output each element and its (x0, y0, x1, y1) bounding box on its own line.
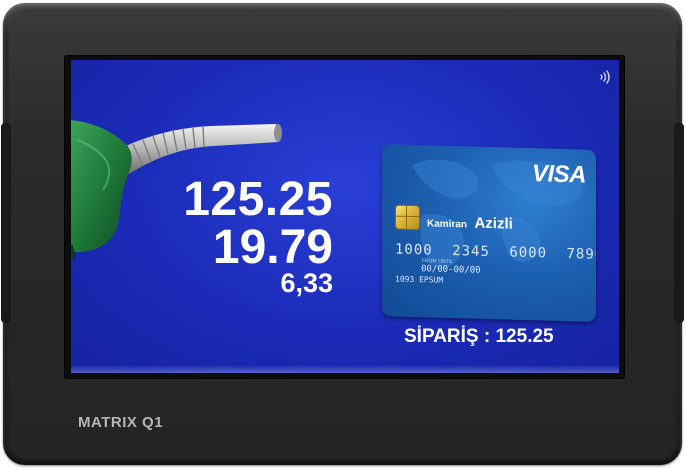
card-chip-icon (395, 204, 420, 231)
device-brand-label: MATRIX Q1 (78, 414, 164, 431)
holder-last-name: Azizli (474, 214, 513, 233)
card-number-group: 7890 (566, 246, 596, 264)
amount-value: 125.25 (183, 173, 333, 226)
card-code-line: 1093 EPSUM (395, 274, 444, 285)
contactless-icon (600, 70, 610, 84)
device-edge-left (1, 123, 11, 323)
holder-first-name: Kamiran (427, 218, 468, 231)
card-number-group: 1000 (395, 241, 433, 259)
display-screen: 125.25 19.79 6,33 VISA Kamiran Azizli 10… (71, 60, 619, 373)
volume-value: 19.79 (212, 221, 333, 274)
card-holder-name: Kamiran Azizli (427, 213, 513, 233)
order-total: SİPARİŞ : 125.25 (404, 326, 554, 347)
card-number-group: 2345 (452, 243, 490, 261)
visa-logo: VISA (531, 160, 586, 189)
fuel-readout: 125.25 19.79 6,33 (183, 173, 333, 298)
device-edge-right (674, 123, 684, 323)
card-number-group: 6000 (509, 244, 548, 262)
credit-card: VISA Kamiran Azizli 1000 2345 6000 7890 … (382, 144, 596, 322)
card-validity-dates: 00/00-00/00 (421, 264, 481, 276)
